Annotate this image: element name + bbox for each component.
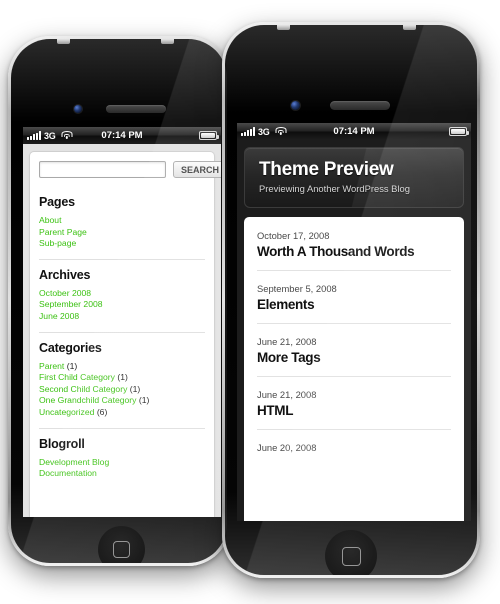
widget-list: About Parent Page Sub-page	[39, 215, 205, 250]
mockup-stage: 3G 07:14 PM SEARCH Pages About Parent Pa…	[0, 0, 500, 604]
post-list-item[interactable]: June 21, 2008 HTML	[257, 377, 451, 430]
widget-blogroll: Blogroll Development Blog Documentation	[39, 427, 205, 489]
earpiece-speaker-icon	[330, 101, 390, 110]
status-bar-clock: 07:14 PM	[101, 130, 143, 141]
post-title[interactable]: More Tags	[257, 350, 451, 365]
battery-icon	[199, 131, 219, 140]
sidebar-link[interactable]: Uncategorized	[39, 407, 94, 417]
search-input[interactable]	[39, 161, 166, 178]
right-phone-device: 3G 07:14 PM Theme Preview Previewing Ano…	[222, 22, 480, 578]
sidebar-link[interactable]: Parent	[39, 361, 64, 371]
left-browser-viewport[interactable]: SEARCH Pages About Parent Page Sub-page	[23, 144, 221, 517]
post-date: September 5, 2008	[257, 282, 337, 294]
post-title[interactable]: HTML	[257, 403, 451, 418]
blog-header: Theme Preview Previewing Another WordPre…	[244, 147, 464, 208]
list-item[interactable]: Uncategorized (6)	[39, 407, 205, 419]
right-phone-screen: 3G 07:14 PM Theme Preview Previewing Ano…	[237, 123, 471, 521]
left-phone-device: 3G 07:14 PM SEARCH Pages About Parent Pa…	[8, 36, 230, 566]
battery-icon	[449, 127, 469, 136]
antenna-band-icon	[277, 25, 290, 30]
sidebar-link[interactable]: About	[39, 215, 61, 225]
list-item[interactable]: Second Child Category (1)	[39, 384, 205, 396]
widget-title: Blogroll	[39, 436, 85, 451]
right-browser-viewport[interactable]: Theme Preview Previewing Another WordPre…	[237, 140, 471, 521]
list-item[interactable]: About	[39, 215, 205, 227]
home-square-icon	[113, 541, 130, 558]
list-item[interactable]: June 2008	[39, 311, 205, 323]
widget-title: Archives	[39, 267, 91, 282]
post-list: October 17, 2008 Worth A Thousand Words …	[244, 216, 464, 521]
sidebar-link[interactable]: First Child Category	[39, 372, 115, 382]
post-date: June 21, 2008	[257, 388, 317, 400]
home-square-icon	[341, 546, 361, 566]
sidebar-link[interactable]: Documentation	[39, 468, 97, 478]
widget-title: Categories	[39, 340, 102, 355]
sidebar-link[interactable]: Development Blog	[39, 457, 109, 467]
category-count: (1)	[138, 395, 150, 406]
home-button[interactable]	[98, 526, 145, 563]
widget-list: Parent (1) First Child Category (1) Seco…	[39, 361, 205, 419]
list-item[interactable]: Development Blog	[39, 457, 205, 469]
sidebar-link[interactable]: June 2008	[39, 311, 79, 321]
sidebar-link[interactable]: Parent Page	[39, 227, 87, 237]
blog-tagline: Previewing Another WordPress Blog	[259, 182, 410, 194]
status-bar-clock: 07:14 PM	[333, 126, 375, 137]
list-item[interactable]: Parent Page	[39, 227, 205, 239]
sidebar-link[interactable]: October 2008	[39, 288, 91, 298]
list-item[interactable]: Sub-page	[39, 238, 205, 250]
list-item[interactable]: October 2008	[39, 288, 205, 300]
widget-pages: Pages About Parent Page Sub-page	[39, 187, 205, 259]
sidebar-page: SEARCH Pages About Parent Page Sub-page	[23, 144, 221, 517]
front-camera-icon	[74, 105, 82, 113]
category-count: (1)	[129, 383, 141, 394]
list-item[interactable]: One Grandchild Category (1)	[39, 395, 205, 407]
category-count: (1)	[66, 360, 78, 371]
widget-list: Development Blog Documentation	[39, 457, 205, 480]
antenna-band-icon	[403, 25, 416, 30]
sidebar-link[interactable]: One Grandchild Category	[39, 395, 136, 405]
post-date: October 17, 2008	[257, 229, 330, 241]
sidebar-card: SEARCH Pages About Parent Page Sub-page	[29, 151, 221, 517]
right-phone-body: 3G 07:14 PM Theme Preview Previewing Ano…	[225, 25, 477, 575]
post-title[interactable]: Elements	[257, 297, 451, 312]
blog-page: Theme Preview Previewing Another WordPre…	[237, 140, 471, 521]
post-list-item[interactable]: September 5, 2008 Elements	[257, 271, 451, 324]
post-title[interactable]: Worth A Thousand Words	[257, 244, 451, 259]
post-date: June 20, 2008	[257, 441, 317, 453]
list-item[interactable]: First Child Category (1)	[39, 372, 205, 384]
widget-archives: Archives October 2008 September 2008 Jun…	[39, 258, 205, 332]
category-count: (1)	[117, 372, 128, 383]
post-list-item[interactable]: June 20, 2008	[257, 430, 451, 467]
antenna-band-icon	[161, 39, 174, 44]
sidebar-link[interactable]: September 2008	[39, 299, 103, 309]
earpiece-speaker-icon	[106, 105, 166, 113]
front-camera-icon	[291, 101, 300, 110]
left-phone-screen: 3G 07:14 PM SEARCH Pages About Parent Pa…	[23, 127, 221, 517]
left-phone-body: 3G 07:14 PM SEARCH Pages About Parent Pa…	[11, 39, 227, 563]
post-date: June 21, 2008	[257, 335, 317, 347]
widget-list: October 2008 September 2008 June 2008	[39, 288, 205, 323]
home-button[interactable]	[325, 530, 377, 575]
widget-title: Pages	[39, 195, 75, 209]
list-item[interactable]: Parent (1)	[39, 361, 205, 373]
list-item[interactable]: Documentation	[39, 468, 205, 480]
widget-categories: Categories Parent (1) First Child Catego…	[39, 331, 205, 428]
status-bar: 3G 07:14 PM	[237, 123, 471, 140]
status-bar: 3G 07:14 PM	[23, 127, 221, 144]
list-item[interactable]: September 2008	[39, 299, 205, 311]
category-count: (6)	[96, 406, 108, 417]
page-title: Theme Preview	[259, 159, 394, 180]
search-button[interactable]: SEARCH	[173, 161, 221, 178]
antenna-band-icon	[57, 39, 70, 44]
sidebar-link[interactable]: Sub-page	[39, 238, 76, 248]
post-list-item[interactable]: October 17, 2008 Worth A Thousand Words	[257, 217, 451, 271]
search-form[interactable]: SEARCH	[39, 161, 221, 187]
post-list-item[interactable]: June 21, 2008 More Tags	[257, 324, 451, 377]
sidebar-link[interactable]: Second Child Category	[39, 384, 127, 394]
